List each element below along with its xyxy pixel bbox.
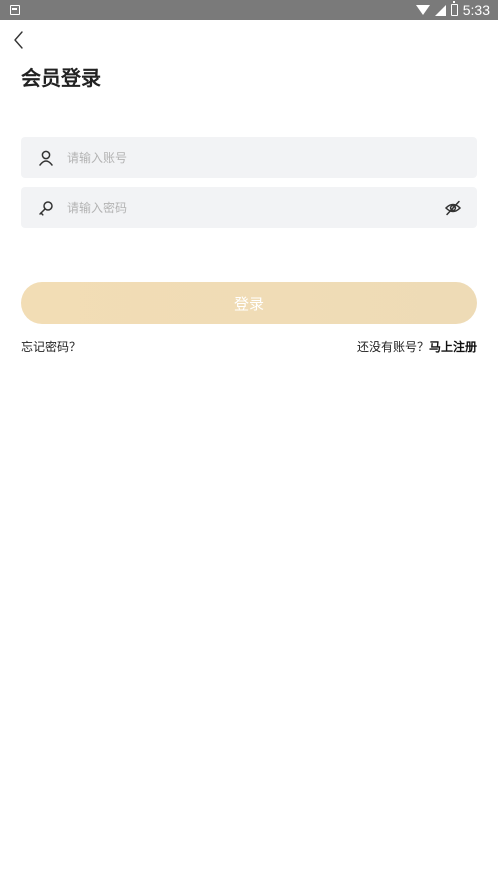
battery-icon bbox=[450, 1, 458, 16]
account-field[interactable] bbox=[21, 137, 477, 178]
signal-icon bbox=[434, 4, 446, 16]
status-bar: 5:33 bbox=[0, 0, 498, 20]
key-icon bbox=[39, 201, 53, 216]
notification-icon bbox=[10, 5, 20, 15]
no-account-text: 还没有账号？ bbox=[356, 340, 429, 354]
login-button[interactable]: 登录 bbox=[21, 282, 477, 324]
forgot-password-link[interactable]: 忘记密码？ bbox=[21, 338, 81, 355]
page-title: 会员登录 bbox=[21, 66, 101, 90]
wifi-icon bbox=[415, 5, 430, 15]
eye-off-icon[interactable] bbox=[443, 198, 463, 218]
chevron-left-icon bbox=[14, 31, 23, 49]
password-input[interactable] bbox=[67, 187, 427, 228]
register-link[interactable]: 马上注册 bbox=[429, 340, 477, 354]
password-field[interactable] bbox=[21, 187, 477, 228]
account-input[interactable] bbox=[67, 137, 427, 178]
status-icons: 5:33 bbox=[415, 1, 490, 18]
user-icon bbox=[39, 150, 53, 166]
register-row: 还没有账号？马上注册 bbox=[357, 338, 477, 355]
back-button[interactable] bbox=[8, 28, 32, 52]
status-time: 5:33 bbox=[462, 2, 490, 18]
